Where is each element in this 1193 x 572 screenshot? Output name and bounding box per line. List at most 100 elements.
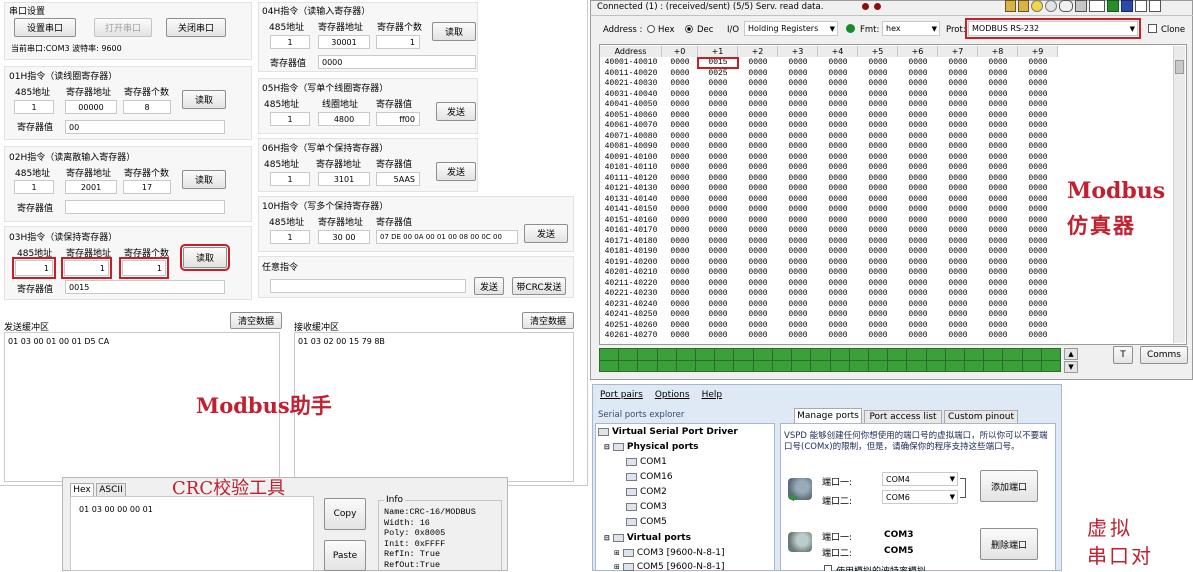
tree-port[interactable]: COM3 (626, 502, 667, 512)
grid-register-cell[interactable]: 0000 (818, 279, 858, 289)
grid-register-cell[interactable]: 0000 (698, 205, 738, 215)
grid-register-cell[interactable]: 0000 (738, 100, 778, 110)
tree-virtual[interactable]: ⊟ Virtual ports (604, 533, 691, 543)
t-button[interactable]: T (1113, 346, 1133, 364)
grid-register-cell[interactable]: 0000 (778, 300, 818, 310)
grid-register-cell[interactable]: 0000 (938, 310, 978, 320)
grid-register-cell[interactable]: 0000 (662, 163, 698, 173)
grid-register-cell[interactable]: 0000 (858, 142, 898, 152)
add-port2-select[interactable]: COM6 ▼ (882, 490, 958, 504)
grid-icon[interactable] (1107, 0, 1119, 12)
grid-register-cell[interactable]: 0000 (938, 331, 978, 341)
grid-register-cell[interactable]: 0000 (898, 216, 938, 226)
grid-register-cell[interactable]: 0000 (858, 100, 898, 110)
grid-register-cell[interactable]: 0000 (898, 258, 938, 268)
grid-register-cell[interactable]: 0000 (938, 205, 978, 215)
grid-register-cell[interactable]: 0000 (858, 310, 898, 320)
grid-register-cell[interactable]: 0000 (1018, 321, 1058, 331)
custom-send-crc-button[interactable]: 带CRC发送 (512, 277, 566, 295)
led-strip-scroll-down[interactable]: ▼ (1064, 361, 1078, 373)
f02-count-input[interactable]: 17 (123, 180, 171, 194)
grid-register-cell[interactable]: 0000 (818, 163, 858, 173)
wave-icon[interactable] (1089, 0, 1105, 12)
grid-register-cell[interactable]: 0000 (698, 331, 738, 341)
grid-register-cell[interactable]: 0000 (738, 205, 778, 215)
grid-register-cell[interactable]: 0000 (1018, 226, 1058, 236)
grid-register-cell[interactable]: 0000 (898, 184, 938, 194)
add-port1-select[interactable]: COM4 ▼ (882, 472, 958, 486)
f04-read-button[interactable]: 读取 (432, 22, 476, 41)
crc-paste-button[interactable]: Paste (324, 540, 366, 571)
grid-register-cell[interactable]: 0000 (858, 268, 898, 278)
grid-register-cell[interactable]: 0000 (662, 258, 698, 268)
set-serial-button[interactable]: 设置串口 (14, 18, 76, 37)
grid-register-cell[interactable]: 0000 (858, 237, 898, 247)
grid-register-cell[interactable]: 0000 (818, 153, 858, 163)
grid-register-cell[interactable]: 0000 (778, 111, 818, 121)
grid-register-cell[interactable]: 0000 (1018, 279, 1058, 289)
tab-manage-ports[interactable]: Manage ports (794, 408, 862, 423)
grid-register-cell[interactable]: 0000 (938, 100, 978, 110)
grid-register-cell[interactable]: 0000 (1018, 100, 1058, 110)
grid-register-cell[interactable]: 0000 (978, 195, 1018, 205)
crc-tab-hex[interactable]: Hex (70, 483, 94, 496)
prot-select[interactable]: MODBUS RS-232 ▼ (965, 18, 1141, 39)
grid-register-cell[interactable]: 0000 (662, 100, 698, 110)
f06-send-button[interactable]: 发送 (436, 162, 476, 181)
f10-value-input[interactable]: 07 DE 00 0A 00 01 00 08 00 0C 00 (376, 230, 518, 244)
grid-register-cell[interactable]: 0000 (698, 121, 738, 131)
f03-addr-input[interactable]: 1 (12, 257, 56, 279)
grid-register-cell[interactable]: 0000 (698, 226, 738, 236)
grid-register-cell[interactable]: 0000 (778, 205, 818, 215)
f05-value-input[interactable]: ff00 (376, 112, 420, 126)
grid-register-cell[interactable]: 0000 (858, 279, 898, 289)
grid-register-cell[interactable]: 0000 (698, 90, 738, 100)
grid-register-cell[interactable]: 0000 (978, 132, 1018, 142)
grid-register-cell[interactable]: 0000 (1018, 90, 1058, 100)
grid-register-cell[interactable]: 0000 (978, 69, 1018, 79)
grid-register-cell[interactable]: 0000 (662, 184, 698, 194)
f03-count-input[interactable]: 1 (119, 257, 169, 279)
grid-register-cell[interactable]: 0000 (1018, 216, 1058, 226)
grid-register-cell[interactable]: 0000 (698, 237, 738, 247)
grid-register-cell[interactable]: 0000 (1018, 331, 1058, 341)
grid-register-cell[interactable]: 0000 (818, 258, 858, 268)
grid-register-cell[interactable]: 0000 (778, 268, 818, 278)
f02-reg-input[interactable]: 2001 (65, 180, 117, 194)
grid-register-cell[interactable]: 0000 (698, 247, 738, 257)
menu-port-pairs[interactable]: Port pairs (600, 390, 643, 400)
bulb-icon[interactable] (1031, 0, 1043, 12)
grid-register-cell[interactable]: 0000 (938, 163, 978, 173)
grid-register-cell[interactable]: 0000 (898, 331, 938, 341)
grid-register-cell[interactable]: 0000 (938, 111, 978, 121)
grid-register-cell[interactable]: 0000 (978, 121, 1018, 131)
grid-register-cell[interactable]: 0000 (662, 132, 698, 142)
f02-value-input[interactable] (65, 200, 225, 214)
grid-register-cell[interactable]: 0000 (978, 153, 1018, 163)
grid-register-cell[interactable]: 0000 (662, 289, 698, 299)
grid-register-cell[interactable]: 0000 (698, 321, 738, 331)
grid-register-cell[interactable]: 0000 (938, 121, 978, 131)
grid-register-cell[interactable]: 0000 (698, 79, 738, 89)
f03-value-input[interactable]: 0015 (65, 280, 225, 294)
grid-register-cell[interactable]: 0000 (698, 289, 738, 299)
grid-register-cell[interactable]: 0000 (898, 142, 938, 152)
send-buffer-clear-button[interactable]: 清空数据 (230, 312, 282, 329)
grid-register-cell[interactable]: 0000 (778, 132, 818, 142)
grid-register-cell[interactable]: 0000 (978, 331, 1018, 341)
grid-register-cell[interactable]: 0000 (978, 58, 1018, 68)
grid-register-cell[interactable]: 0000 (858, 195, 898, 205)
menu-help[interactable]: Help (702, 390, 723, 400)
grid-register-cell[interactable]: 0000 (858, 132, 898, 142)
grid-register-cell[interactable]: 0000 (778, 100, 818, 110)
grid-register-cell[interactable]: 0000 (778, 289, 818, 299)
grid-register-cell[interactable]: 0000 (898, 289, 938, 299)
grid-register-cell[interactable]: 0000 (818, 100, 858, 110)
grid-register-cell[interactable]: 0000 (662, 174, 698, 184)
f05-send-button[interactable]: 发送 (436, 102, 476, 121)
grid-register-cell[interactable]: 0000 (978, 300, 1018, 310)
lock-icon[interactable] (1005, 0, 1016, 12)
grid-register-cell[interactable]: 0000 (818, 226, 858, 236)
tab-port-access-list[interactable]: Port access list (864, 410, 942, 423)
grid-register-cell[interactable]: 0000 (698, 268, 738, 278)
